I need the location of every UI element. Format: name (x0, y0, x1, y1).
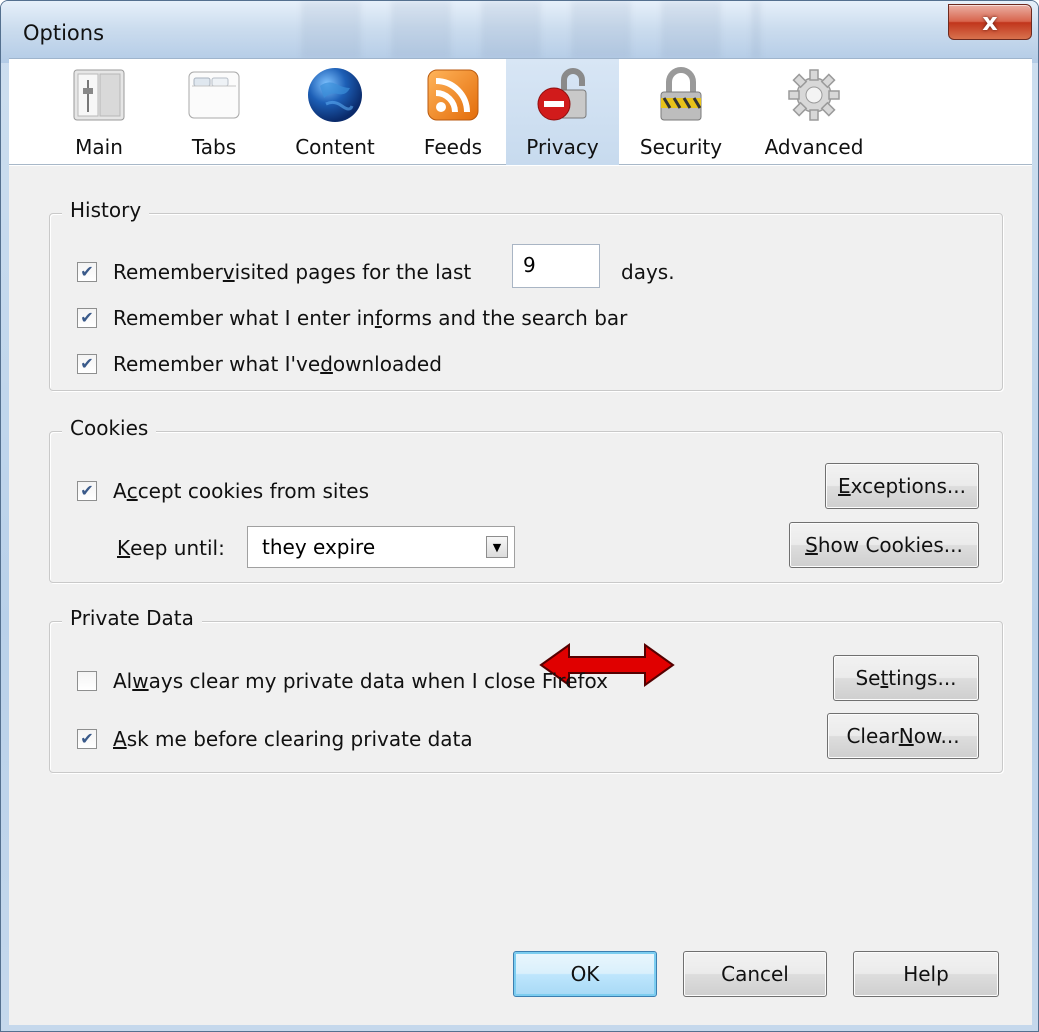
remember-downloads-label-b: ownloaded (332, 352, 442, 376)
keep-until-label: Keep until: (117, 536, 225, 560)
remember-forms-label-key: f (374, 306, 382, 330)
remember-pages-checkbox[interactable]: ✔ (77, 262, 97, 282)
remember-pages-label-key: v (222, 260, 235, 284)
options-toolbar: Main Tabs Content Feeds Privacy Security… (9, 58, 1032, 165)
accept-cookies-checkbox[interactable]: ✔ (77, 481, 97, 501)
remember-forms-checkbox[interactable]: ✔ (77, 308, 97, 328)
remember-pages-label-a: Remember (113, 260, 223, 284)
background-blur (301, 1, 761, 59)
tab-privacy-label: Privacy (526, 135, 599, 159)
accept-cookies-label-a: A (113, 479, 127, 503)
cancel-button[interactable]: Cancel (683, 951, 827, 997)
accept-cookies-label-key: c (126, 479, 138, 503)
main-switch-icon (69, 65, 129, 125)
tab-security-label: Security (639, 135, 723, 159)
days-suffix: days. (621, 260, 675, 284)
show-cookies-text: how Cookies... (817, 533, 963, 557)
tab-content[interactable]: Content (285, 59, 385, 165)
close-button[interactable]: x (948, 4, 1032, 40)
ask-before-clearing-checkbox[interactable]: ✔ (77, 729, 97, 749)
keep-until-select[interactable]: they expire ▼ (247, 526, 515, 568)
privacy-lock-icon (533, 65, 593, 125)
tab-main-label: Main (75, 135, 123, 159)
title-bar: Options x (1, 1, 1038, 63)
history-legend: History (62, 198, 150, 222)
exceptions-button[interactable]: Exceptions... (825, 463, 979, 509)
accept-cookies-label-b: cept cookies from sites (137, 479, 370, 503)
help-button[interactable]: Help (853, 951, 999, 997)
show-cookies-key: S (805, 533, 818, 557)
gear-icon (784, 65, 844, 125)
remember-downloads-row[interactable]: ✔ Remember what I've d ownloaded (77, 352, 442, 376)
remember-downloads-checkbox[interactable]: ✔ (77, 354, 97, 374)
remember-forms-row[interactable]: ✔ Remember what I enter in f orms and the… (77, 306, 627, 330)
options-window: Options x Main Tabs Content Feeds Privac… (0, 0, 1039, 1032)
ask-before-clearing-text: sk me before clearing private data (126, 727, 473, 751)
padlock-icon (651, 65, 711, 125)
tab-feeds-label: Feeds (423, 135, 483, 159)
remember-forms-label-b: orms and the search bar (381, 306, 628, 330)
privacy-panel: History ✔ Remember v isited pages for the… (9, 165, 1032, 1025)
remember-downloads-label-a: Remember what I've (113, 352, 321, 376)
ok-button[interactable]: OK (513, 951, 657, 997)
settings-text-b: tings... (888, 666, 957, 690)
clear-now-button[interactable]: Clear Now... (827, 713, 979, 759)
ask-before-clearing-row[interactable]: ✔ Ask me before clearing private data (77, 727, 473, 751)
clear-now-key: N (898, 724, 914, 748)
settings-button[interactable]: Se t tings... (833, 655, 979, 701)
always-clear-label-key: w (132, 669, 149, 693)
keep-until-text: eep until: (130, 536, 225, 560)
clear-now-text-b: ow... (913, 724, 960, 748)
show-cookies-button[interactable]: Show Cookies... (789, 522, 979, 568)
tab-privacy[interactable]: Privacy (506, 59, 619, 165)
remember-downloads-label-key: d (320, 352, 333, 376)
chevron-down-icon[interactable]: ▼ (486, 536, 508, 558)
tab-security[interactable]: Security (631, 59, 731, 165)
tab-tabs[interactable]: Tabs (174, 59, 254, 165)
always-clear-label-b: ays clear my private data when I close F… (148, 669, 609, 693)
always-clear-label-a: Al (113, 669, 133, 693)
ask-before-clearing-key: A (113, 727, 127, 751)
window-title: Options (23, 21, 105, 45)
tabs-icon (184, 65, 244, 125)
cookies-legend: Cookies (62, 416, 157, 440)
accept-cookies-row[interactable]: ✔ Ac cept cookies from sites (77, 479, 369, 503)
globe-icon (305, 65, 365, 125)
tab-tabs-label: Tabs (191, 135, 237, 159)
always-clear-row[interactable]: Al w ays clear my private data when I clos… (77, 669, 608, 693)
tab-main[interactable]: Main (59, 59, 139, 165)
private-data-legend: Private Data (62, 606, 202, 630)
keep-until-key: K (117, 536, 131, 560)
remember-forms-label-a: Remember what I enter in (113, 306, 375, 330)
remember-pages-row[interactable]: ✔ Remember v isited pages for the last (77, 260, 471, 284)
keep-until-value: they expire (262, 535, 376, 559)
clear-now-text-a: Clear (846, 724, 899, 748)
settings-key: t (880, 666, 889, 690)
exceptions-text: xceptions... (850, 474, 966, 498)
always-clear-checkbox[interactable] (77, 671, 97, 691)
remember-pages-label-b: isited pages for the last (234, 260, 472, 284)
rss-feed-icon (423, 65, 483, 125)
exceptions-key: E (838, 474, 851, 498)
tab-advanced-label: Advanced (764, 135, 864, 159)
tab-advanced[interactable]: Advanced (754, 59, 874, 165)
tab-feeds[interactable]: Feeds (413, 59, 493, 165)
tab-content-label: Content (295, 135, 375, 159)
days-input[interactable]: 9 (512, 244, 600, 288)
settings-text-a: Se (855, 666, 881, 690)
